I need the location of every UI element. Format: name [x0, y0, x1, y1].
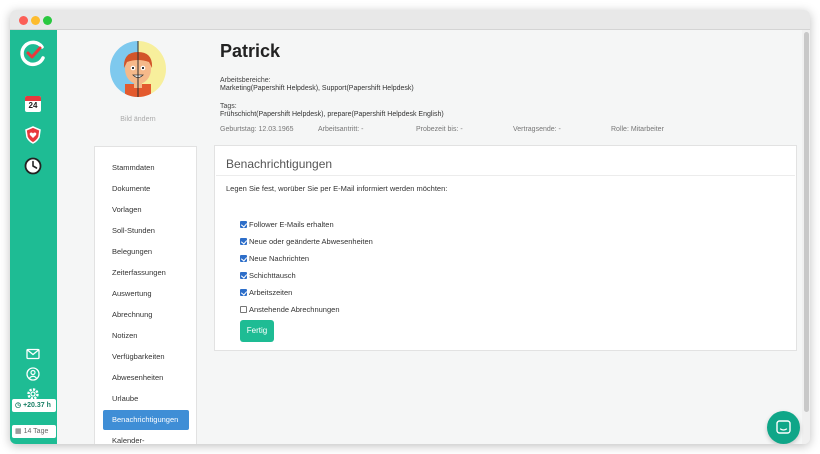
- contract-end-info: Vertragsende: -: [513, 126, 561, 133]
- shield-heart-icon[interactable]: [23, 125, 43, 145]
- menu-item-benachrichtigungen[interactable]: Benachrichtigungen: [103, 410, 189, 430]
- app-window: 24 ◷ +20.37 h ▦ 14 Tage Bild ändern Patr…: [10, 10, 810, 444]
- birthday-info: Geburtstag: 12.03.1965: [220, 126, 294, 133]
- option-label: Neue oder geänderte Abwesenheiten: [249, 237, 373, 246]
- option-working-hours[interactable]: Arbeitszeiten: [240, 288, 292, 300]
- user-icon[interactable]: [23, 364, 43, 384]
- overtime-value: +20.37 h: [23, 402, 51, 409]
- start-date-info: Arbeitsantritt: -: [318, 126, 364, 133]
- menu-item-abwesenheiten[interactable]: Abwesenheiten: [103, 368, 189, 388]
- tags-value: Frühschicht(Papershift Helpdesk), prepar…: [220, 111, 444, 118]
- menu-item-dokumente[interactable]: Dokumente: [103, 179, 189, 199]
- option-upcoming-payroll[interactable]: Anstehende Abrechnungen: [240, 305, 340, 317]
- minimize-window-button[interactable]: [31, 16, 40, 25]
- option-checkbox[interactable]: [240, 272, 247, 279]
- menu-item-kalender-synchronisierung[interactable]: Kalender-Synchronisierung: [103, 435, 189, 444]
- page-title: Patrick: [220, 41, 281, 61]
- calendar-day: 24: [28, 101, 38, 110]
- chat-button[interactable]: [767, 411, 800, 444]
- mail-icon[interactable]: [23, 344, 43, 364]
- option-checkbox[interactable]: [240, 306, 247, 313]
- avatar[interactable]: [109, 40, 167, 98]
- option-label: Follower E-Mails erhalten: [249, 220, 334, 229]
- menu-item-notizen[interactable]: Notizen: [103, 326, 189, 346]
- menu-item-vorlagen[interactable]: Vorlagen: [103, 200, 189, 220]
- panel-title: Benachrichtigungen: [226, 157, 333, 171]
- panel-description: Legen Sie fest, worüber Sie per E-Mail i…: [226, 184, 448, 193]
- close-window-button[interactable]: [19, 16, 28, 25]
- option-checkbox[interactable]: [240, 238, 247, 245]
- main-content: Bild ändern Patrick Arbeitsbereiche: Mar…: [57, 30, 810, 444]
- menu-item-belegungen[interactable]: Belegungen: [103, 242, 189, 262]
- menu-item-zeiterfassungen[interactable]: Zeiterfassungen: [103, 263, 189, 283]
- vacation-days-badge[interactable]: ▦ 14 Tage: [12, 425, 56, 438]
- option-follower-emails[interactable]: Follower E-Mails erhalten: [240, 220, 334, 232]
- option-shift-swap[interactable]: Schichttausch: [240, 271, 296, 283]
- clock-small-icon: ◷: [15, 402, 22, 409]
- menu-item-urlaube[interactable]: Urlaube: [103, 389, 189, 409]
- menu-item-abrechnung[interactable]: Abrechnung: [103, 305, 189, 325]
- overtime-badge[interactable]: ◷ +20.37 h: [12, 399, 56, 412]
- areas-label: Arbeitsbereiche:: [220, 77, 271, 84]
- option-checkbox[interactable]: [240, 221, 247, 228]
- maximize-window-button[interactable]: [43, 16, 52, 25]
- menu-item-auswertung[interactable]: Auswertung: [103, 284, 189, 304]
- option-checkbox[interactable]: [240, 289, 247, 296]
- panel-divider: [216, 175, 795, 176]
- option-messages[interactable]: Neue Nachrichten: [240, 254, 309, 266]
- areas-value: Marketing(Papershift Helpdesk), Support(…: [220, 85, 414, 92]
- menu-item-verfuegbarkeiten[interactable]: Verfügbarkeiten: [103, 347, 189, 367]
- option-label: Arbeitszeiten: [249, 288, 293, 297]
- chat-icon: [776, 420, 791, 435]
- menu-item-stammdaten[interactable]: Stammdaten: [103, 158, 189, 178]
- sidebar: 24 ◷ +20.37 h ▦ 14 Tage: [10, 30, 57, 444]
- profile-menu: Stammdaten Dokumente Vorlagen Soll-Stund…: [94, 146, 197, 444]
- menu-item-soll-stunden[interactable]: Soll-Stunden: [103, 221, 189, 241]
- notifications-panel: Benachrichtigungen Legen Sie fest, worüb…: [214, 145, 797, 351]
- tags-label: Tags:: [220, 103, 237, 110]
- vacation-days-value: 14 Tage: [23, 428, 49, 435]
- option-label: Neue Nachrichten: [249, 254, 310, 263]
- clock-icon[interactable]: [23, 156, 43, 176]
- option-checkbox[interactable]: [240, 255, 247, 262]
- calendar-small-icon: ▦: [15, 428, 22, 435]
- done-button[interactable]: Fertig: [240, 320, 274, 342]
- change-picture-link[interactable]: Bild ändern: [113, 116, 163, 123]
- calendar-icon[interactable]: 24: [23, 94, 43, 114]
- option-absences[interactable]: Neue oder geänderte Abwesenheiten: [240, 237, 373, 249]
- option-label: Schichttausch: [249, 271, 296, 280]
- scrollbar-thumb[interactable]: [804, 32, 809, 412]
- scrollbar-track[interactable]: [802, 30, 810, 444]
- role-info: Rolle: Mitarbeiter: [611, 126, 664, 133]
- title-bar: [10, 10, 810, 30]
- logo-icon[interactable]: [18, 38, 48, 68]
- probation-info: Probezeit bis: -: [416, 126, 463, 133]
- option-label: Anstehende Abrechnungen: [249, 305, 340, 314]
